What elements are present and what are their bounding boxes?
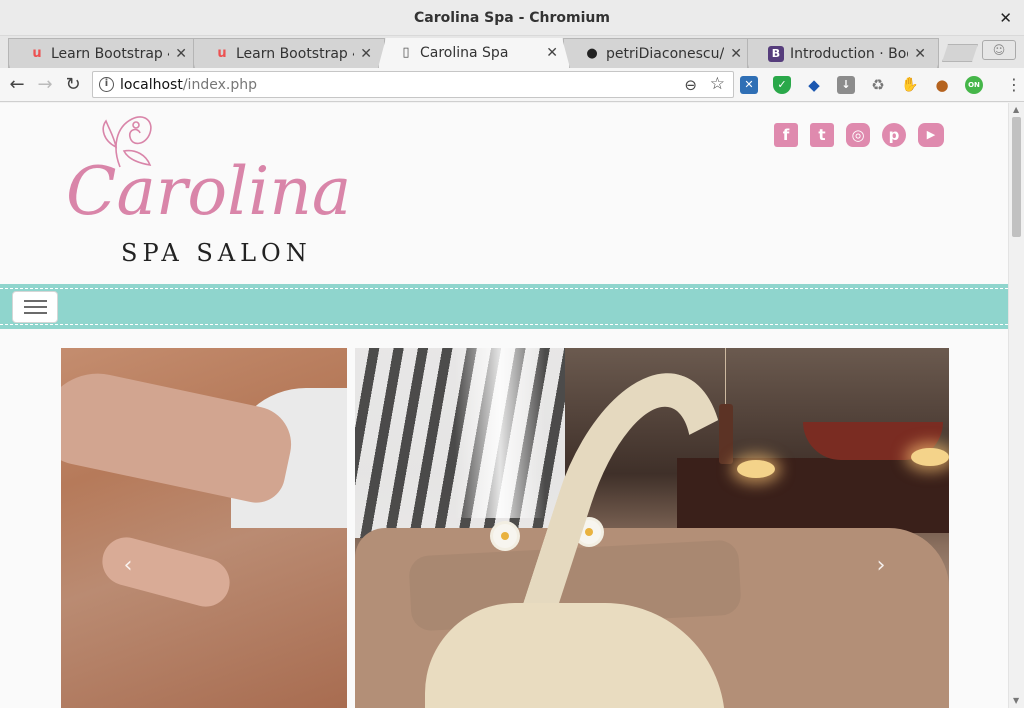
profile-icon[interactable]: ☺ [982, 40, 1016, 60]
scroll-down-icon[interactable]: ▼ [1013, 696, 1019, 706]
reload-icon[interactable]: ↻ [62, 74, 84, 96]
pinterest-icon[interactable]: p [882, 123, 906, 147]
page-scrollbar[interactable]: ▲ ▼ [1008, 103, 1024, 708]
browser-menu-icon[interactable]: ⋮ [1006, 75, 1022, 95]
carousel-next-icon[interactable]: › [871, 555, 891, 577]
download-icon[interactable]: ↓ [837, 76, 855, 94]
url-host: localhost [120, 77, 183, 93]
navbar-top-stitch [0, 288, 1008, 289]
towel-swan-image [355, 348, 949, 708]
page-viewport: Carolina SPA SALON f t ◎ p ▶ ‹ › [0, 103, 1008, 708]
tab-label: petriDiaconescu/B [606, 46, 724, 62]
tab-strip: u Learn Bootstrap 4 ✕ u Learn Bootstrap … [0, 36, 1024, 68]
tab-close-icon[interactable]: ✕ [175, 45, 187, 63]
brand-logo[interactable]: Carolina SPA SALON [60, 105, 352, 270]
tab-introduction-bootstrap[interactable]: B Introduction · Boot ✕ [747, 38, 939, 68]
shield-icon[interactable]: ✓ [773, 76, 791, 94]
bootstrap-icon: B [768, 46, 784, 62]
gnome-icon[interactable]: ✋ [901, 76, 919, 94]
tab-label: Learn Bootstrap 4 [51, 46, 169, 62]
tab-label: Introduction · Boot [790, 46, 908, 62]
scroll-up-icon[interactable]: ▲ [1013, 105, 1019, 115]
scrollbar-thumb[interactable] [1012, 117, 1021, 237]
ext-blue-icon[interactable]: ✕ [740, 76, 758, 94]
udemy-icon: u [32, 46, 42, 61]
instagram-icon[interactable]: ◎ [846, 123, 870, 147]
url-text[interactable]: localhost/index.php [120, 77, 257, 94]
forward-icon[interactable]: → [34, 74, 56, 96]
recycle-icon[interactable]: ♻ [869, 76, 887, 94]
new-tab-button[interactable] [942, 44, 978, 62]
window-close-icon[interactable]: ✕ [999, 9, 1012, 27]
image-carousel[interactable]: ‹ › [61, 348, 949, 708]
udemy-icon: u [217, 46, 227, 61]
page-icon: ▯ [402, 45, 410, 60]
browser-toolbar: ← → ↻ i localhost/index.php ⊖ ☆ ✕ ✓ ◆ ↓ … [0, 68, 1024, 102]
tab-label: Carolina Spa [420, 45, 509, 61]
tab-github[interactable]: ● petriDiaconescu/B ✕ [563, 38, 755, 68]
owl-icon[interactable]: ● [933, 76, 951, 94]
tab-learn-bootstrap-2[interactable]: u Learn Bootstrap 4 ✕ [193, 38, 385, 68]
zoom-icon[interactable]: ⊖ [684, 76, 697, 94]
tab-close-icon[interactable]: ✕ [546, 44, 558, 62]
tab-carolina-spa[interactable]: ▯ Carolina Spa ✕ [378, 38, 570, 68]
massage-hands-image [61, 348, 347, 708]
facebook-icon[interactable]: f [774, 123, 798, 147]
tab-close-icon[interactable]: ✕ [914, 45, 926, 63]
window-title-bar: Carolina Spa - Chromium ✕ [0, 0, 1024, 36]
tab-learn-bootstrap-1[interactable]: u Learn Bootstrap 4 ✕ [8, 38, 200, 68]
on-toggle-icon[interactable]: ON [965, 76, 983, 94]
navbar-bottom-stitch [0, 324, 1008, 325]
bookmark-star-icon[interactable]: ☆ [710, 75, 725, 93]
carousel-prev-icon[interactable]: ‹ [118, 555, 138, 577]
youtube-icon[interactable]: ▶ [918, 123, 944, 147]
github-icon: ● [586, 46, 598, 61]
url-path: /index.php [182, 77, 257, 93]
tab-close-icon[interactable]: ✕ [360, 45, 372, 63]
bird-icon[interactable]: ◆ [805, 76, 823, 94]
navbar-toggler-button[interactable] [12, 291, 58, 323]
info-icon[interactable]: i [99, 77, 114, 92]
twitter-icon[interactable]: t [810, 123, 834, 147]
logo-wordmark: Carolina [66, 153, 352, 230]
tab-label: Learn Bootstrap 4 [236, 46, 354, 62]
logo-tagline: SPA SALON [121, 239, 312, 267]
address-bar[interactable]: i localhost/index.php ⊖ ☆ [92, 71, 734, 98]
tab-close-icon[interactable]: ✕ [730, 45, 742, 63]
back-icon[interactable]: ← [6, 74, 28, 96]
main-navbar [0, 284, 1008, 329]
window-title: Carolina Spa - Chromium [414, 10, 610, 26]
